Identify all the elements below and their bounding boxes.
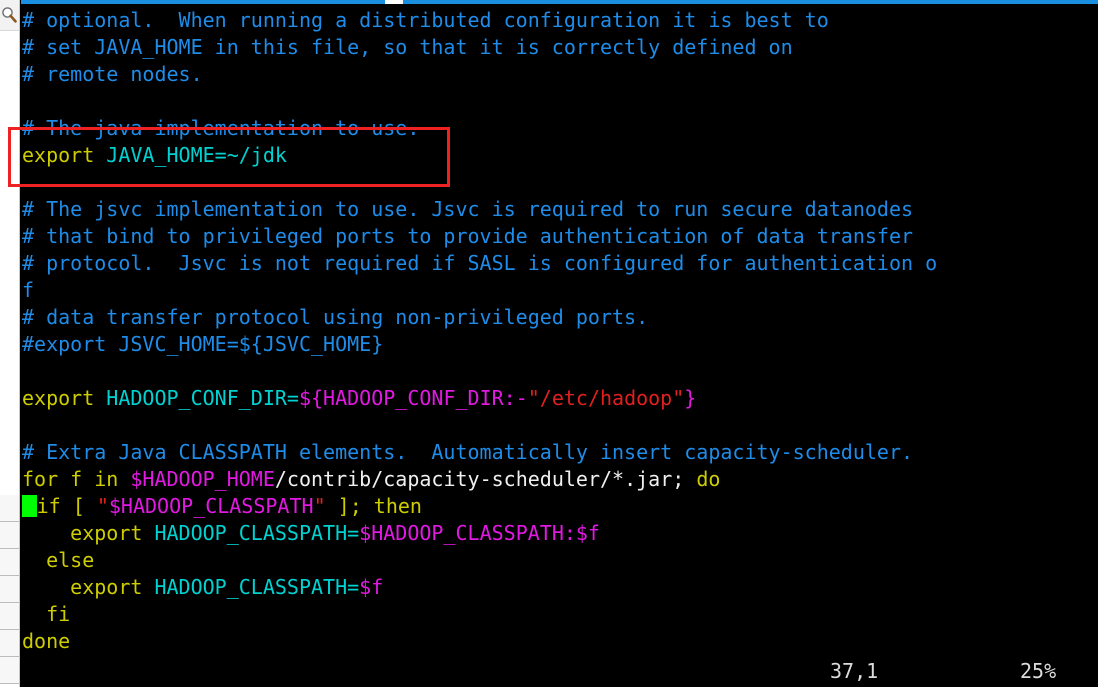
code-token: JAVA_HOME=~/jdk	[106, 143, 287, 167]
code-token: done	[22, 629, 71, 653]
code-line: # The jsvc implementation to use. Jsvc i…	[22, 196, 1098, 223]
code-line: # optional. When running a distributed c…	[22, 7, 1098, 34]
code-line: # The java implementation to use.	[22, 115, 1098, 142]
code-token: #export JSVC_HOME=${JSVC_HOME}	[22, 332, 384, 356]
code-token: # remote nodes.	[22, 62, 203, 86]
search-icon[interactable]	[0, 0, 19, 31]
code-token: "	[313, 494, 326, 518]
left-side-panel	[0, 0, 20, 687]
code-line: export JAVA_HOME=~/jdk	[22, 142, 1098, 169]
code-token: # set JAVA_HOME in this file, so that it…	[22, 35, 793, 59]
code-line: else	[22, 547, 1098, 574]
code-token: # optional. When running a distributed c…	[22, 8, 829, 32]
code-line: fi	[22, 601, 1098, 628]
code-token: # protocol. Jsvc is not required if SASL…	[22, 251, 938, 275]
terminal-window: # optional. When running a distributed c…	[0, 0, 1098, 687]
code-token: export	[22, 521, 155, 545]
code-token: /contrib/capacity-scheduler/*.jar;	[274, 467, 697, 491]
code-token: "/etc/hadoop"	[527, 386, 685, 410]
code-token: $f	[359, 575, 384, 599]
code-token: ]; then	[325, 494, 422, 518]
code-token: export	[22, 575, 155, 599]
editor-viewport[interactable]: # optional. When running a distributed c…	[21, 4, 1098, 687]
code-line: #export JSVC_HOME=${JSVC_HOME}	[22, 331, 1098, 358]
code-line: f	[22, 277, 1098, 304]
status-bar: 37,1 25%	[21, 656, 1098, 687]
code-token: $HADOOP_CLASSPATH	[108, 494, 314, 518]
text-cursor	[22, 495, 37, 517]
code-line: # that bind to privileged ports to provi…	[22, 223, 1098, 250]
code-token: # Extra Java CLASSPATH elements. Automat…	[22, 440, 914, 464]
left-panel-row[interactable]	[0, 495, 19, 522]
code-token: "	[96, 494, 109, 518]
code-token: HADOOP_CLASSPATH=	[154, 521, 360, 545]
code-lines: # optional. When running a distributed c…	[22, 7, 1098, 655]
code-token: else	[22, 548, 95, 572]
code-token: do	[696, 467, 721, 491]
scroll-percent: 25%	[1020, 659, 1057, 683]
code-token: for f in	[22, 467, 131, 491]
code-token: # data transfer protocol using non-privi…	[22, 305, 649, 329]
code-token: export	[22, 386, 107, 410]
code-token: if [	[36, 494, 97, 518]
left-panel-row[interactable]	[0, 576, 19, 603]
code-line: done	[22, 628, 1098, 655]
left-panel-row[interactable]	[0, 549, 19, 576]
left-panel-row[interactable]	[0, 603, 19, 630]
code-token: # The jsvc implementation to use. Jsvc i…	[22, 197, 914, 221]
code-line: # protocol. Jsvc is not required if SASL…	[22, 250, 1098, 277]
cursor-position: 37,1	[830, 659, 879, 683]
top-accent-strip	[21, 0, 1098, 4]
left-panel-row[interactable]	[0, 657, 19, 684]
code-line: # Extra Java CLASSPATH elements. Automat…	[22, 439, 1098, 466]
code-token: f	[22, 278, 35, 302]
code-token: HADOOP_CONF_DIR=	[106, 386, 299, 410]
code-line: if [ "$HADOOP_CLASSPATH" ]; then	[22, 493, 1098, 520]
code-line: export HADOOP_CLASSPATH=$f	[22, 574, 1098, 601]
code-token: HADOOP_CLASSPATH=	[154, 575, 360, 599]
code-line: # data transfer protocol using non-privi…	[22, 304, 1098, 331]
code-line: export HADOOP_CONF_DIR=${HADOOP_CONF_DIR…	[22, 385, 1098, 412]
code-line: # set JAVA_HOME in this file, so that it…	[22, 34, 1098, 61]
left-panel-row[interactable]	[0, 630, 19, 657]
left-panel-row[interactable]	[0, 522, 19, 549]
code-token: }	[684, 386, 697, 410]
code-token: export	[22, 143, 107, 167]
code-token: $HADOOP_CLASSPATH:$f	[359, 521, 600, 545]
code-token: $HADOOP_HOME	[130, 467, 275, 491]
code-line: for f in $HADOOP_HOME/contrib/capacity-s…	[22, 466, 1098, 493]
code-line: # remote nodes.	[22, 61, 1098, 88]
code-token: # that bind to privileged ports to provi…	[22, 224, 914, 248]
code-line: export HADOOP_CLASSPATH=$HADOOP_CLASSPAT…	[22, 520, 1098, 547]
code-token: # The java implementation to use.	[22, 116, 420, 140]
top-strip-gap	[385, 0, 403, 4]
code-token: fi	[22, 602, 71, 626]
code-token: ${HADOOP_CONF_DIR:-	[298, 386, 528, 410]
